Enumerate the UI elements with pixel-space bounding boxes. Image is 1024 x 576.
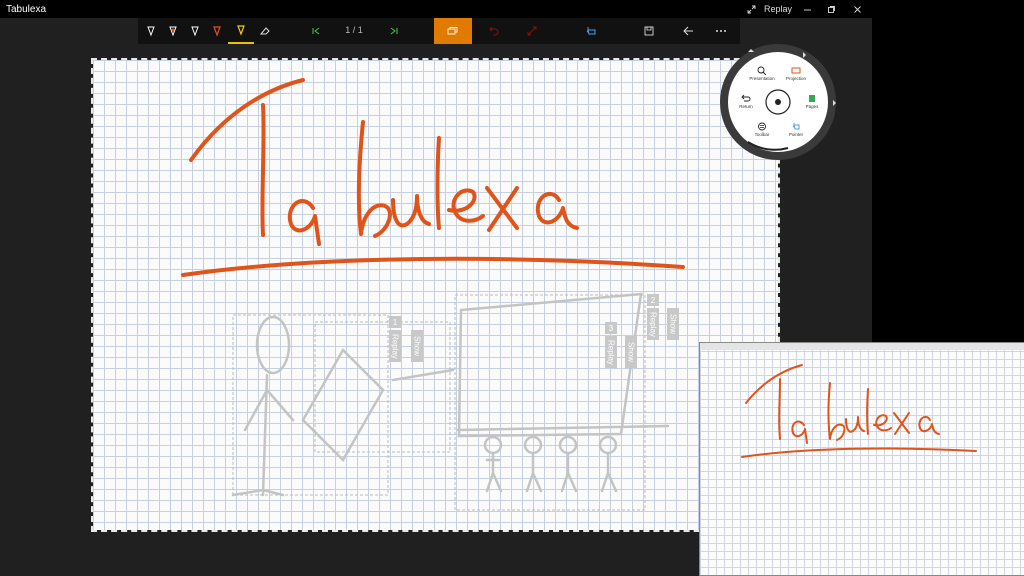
canvas-drawing bbox=[181, 78, 685, 511]
back-button[interactable] bbox=[675, 18, 701, 44]
pointer-icon bbox=[792, 123, 800, 130]
maximize-button[interactable] bbox=[820, 0, 842, 18]
wheel-projection-label: Projection bbox=[785, 76, 806, 81]
replay-title-button[interactable]: Replay bbox=[762, 0, 794, 18]
clear-button[interactable] bbox=[519, 18, 545, 44]
main-toolbar: 1 / 1 bbox=[138, 18, 740, 44]
return-icon bbox=[741, 94, 751, 102]
drawing-canvas[interactable]: 1 Replay Show 2 Replay Show 3 Replay Sho… bbox=[91, 58, 780, 532]
save-icon bbox=[644, 26, 654, 36]
replay-title-label: Replay bbox=[763, 4, 792, 14]
windows-icon bbox=[447, 27, 458, 35]
fullscreen-button[interactable] bbox=[742, 0, 760, 18]
pen-icon bbox=[191, 26, 199, 37]
replay-regions bbox=[232, 294, 646, 511]
show-marker-button[interactable]: Show bbox=[411, 330, 423, 362]
projection-icon bbox=[791, 67, 801, 74]
close-button[interactable] bbox=[846, 0, 868, 18]
pointer-hand-icon bbox=[586, 27, 596, 35]
wheel-pages-label: Pages bbox=[805, 104, 819, 109]
last-page-button[interactable] bbox=[381, 18, 407, 44]
wheel-projection[interactable]: Projection bbox=[776, 66, 816, 81]
minimize-button[interactable] bbox=[796, 0, 818, 18]
clear-icon bbox=[527, 26, 537, 36]
undo-icon bbox=[489, 26, 499, 36]
projection-preview-window[interactable] bbox=[699, 342, 1024, 576]
pen-icon bbox=[169, 26, 177, 37]
wheel-pages[interactable]: Pages bbox=[792, 94, 832, 109]
title-bar: Tabulexa Replay bbox=[0, 0, 872, 18]
first-page-button[interactable] bbox=[303, 18, 329, 44]
app-title: Tabulexa bbox=[6, 4, 47, 15]
save-button[interactable] bbox=[636, 18, 662, 44]
page-indicator: 1 / 1 bbox=[345, 25, 363, 35]
more-button[interactable] bbox=[708, 18, 734, 44]
pointer-tool[interactable] bbox=[578, 18, 604, 44]
close-icon bbox=[853, 5, 861, 13]
more-icon bbox=[716, 30, 726, 32]
replay-marker-button[interactable]: Replay bbox=[647, 308, 659, 340]
arrow-left-icon bbox=[682, 26, 693, 36]
restore-icon bbox=[827, 5, 835, 13]
wheel-presentation-label: Presentation bbox=[749, 76, 775, 81]
pen-icon bbox=[213, 26, 221, 37]
pen-icon bbox=[147, 26, 155, 37]
replay-marker-button[interactable]: Replay bbox=[605, 336, 617, 368]
wheel-toolbar-label: Toolbar bbox=[754, 132, 770, 137]
wheel-return-label: Return bbox=[739, 104, 753, 109]
show-marker-button[interactable]: Show bbox=[667, 308, 679, 340]
sketch-step-number: 3 bbox=[605, 322, 617, 334]
show-marker-button[interactable]: Show bbox=[625, 336, 637, 368]
wheel-pointer-label: Pointer bbox=[788, 132, 804, 137]
pen-orange-tool[interactable] bbox=[204, 18, 230, 44]
first-page-icon bbox=[312, 27, 320, 35]
tabulexa-handwriting bbox=[181, 78, 685, 277]
eraser-icon bbox=[259, 27, 270, 35]
expand-icon bbox=[747, 5, 755, 13]
sketch-step-number: 2 bbox=[647, 294, 659, 306]
preview-handwriting bbox=[741, 364, 977, 458]
preview-drawing bbox=[741, 364, 977, 458]
radial-menu: Presentation Projection Return Pages Too… bbox=[718, 42, 838, 162]
projection-mode-button[interactable] bbox=[434, 18, 472, 44]
toolbar-icon bbox=[758, 122, 766, 131]
undo-button[interactable] bbox=[481, 18, 507, 44]
highlighter-tool[interactable] bbox=[228, 18, 254, 44]
replay-marker-button[interactable]: Replay bbox=[389, 330, 401, 362]
pages-icon bbox=[809, 95, 815, 102]
presentation-icon bbox=[757, 66, 767, 75]
eraser-tool[interactable] bbox=[252, 18, 278, 44]
sketch-step-number: 1 bbox=[389, 316, 401, 328]
last-page-icon bbox=[390, 27, 398, 35]
highlighter-icon bbox=[237, 25, 245, 36]
minimize-icon bbox=[803, 9, 811, 10]
wheel-pointer[interactable]: Pointer bbox=[776, 122, 816, 137]
wheel-return[interactable]: Return bbox=[726, 94, 766, 109]
